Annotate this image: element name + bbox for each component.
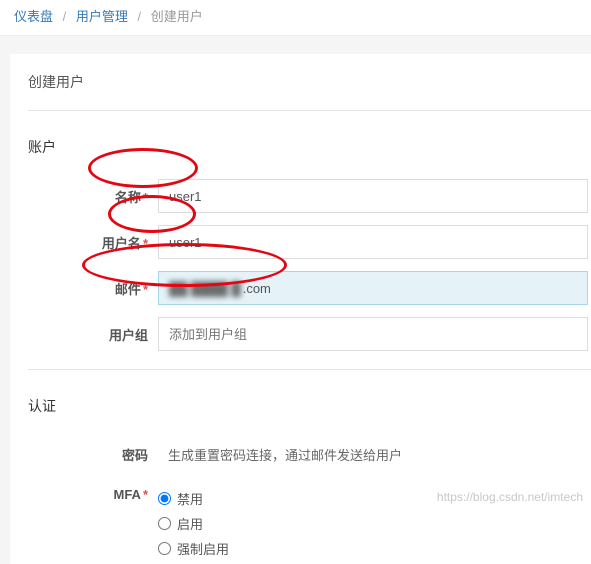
email-control[interactable]: ██ ████ █ .com <box>158 271 588 305</box>
email-redacted: ██ ████ █ <box>169 281 241 296</box>
label-group: 用户组 <box>28 325 158 344</box>
divider <box>28 110 591 111</box>
row-username: 用户名* <box>28 225 591 259</box>
row-group: 用户组 <box>28 317 591 351</box>
label-email: 邮件* <box>28 279 158 298</box>
section-account-title: 账户 <box>28 121 591 167</box>
row-mfa: MFA* 禁用 启用 强制启用 <box>28 483 591 564</box>
breadcrumb-user-mgmt[interactable]: 用户管理 <box>76 9 128 24</box>
mfa-option-enable[interactable]: 启用 <box>158 514 588 533</box>
divider <box>28 369 591 370</box>
label-name: 名称* <box>28 187 158 206</box>
input-name[interactable] <box>158 179 588 213</box>
breadcrumb-current: 创建用户 <box>151 9 203 24</box>
row-email: 邮件* ██ ████ █ .com <box>28 271 591 305</box>
mfa-option-force[interactable]: 强制启用 <box>158 539 588 558</box>
mfa-option-label: 启用 <box>177 514 203 533</box>
label-username: 用户名* <box>28 233 158 252</box>
label-password: 密码 <box>28 445 158 464</box>
required-star: * <box>143 236 148 251</box>
input-username[interactable] <box>158 225 588 259</box>
mfa-option-label: 强制启用 <box>177 539 229 558</box>
input-group[interactable] <box>158 317 588 351</box>
breadcrumb-sep: / <box>63 9 67 24</box>
radio-mfa-force[interactable] <box>158 542 171 555</box>
password-desc: 生成重置密码连接，通过邮件发送给用户 <box>158 438 588 471</box>
breadcrumb-dashboard[interactable]: 仪表盘 <box>14 9 53 24</box>
email-suffix: .com <box>243 281 271 296</box>
section-auth-title: 认证 <box>28 380 591 426</box>
required-star: * <box>143 487 148 502</box>
page-title: 创建用户 <box>28 72 591 92</box>
required-star: * <box>143 282 148 297</box>
mfa-option-disable[interactable]: 禁用 <box>158 489 588 508</box>
row-name: 名称* <box>28 179 591 213</box>
breadcrumb: 仪表盘 / 用户管理 / 创建用户 <box>0 0 591 36</box>
required-star: * <box>143 190 148 205</box>
page-container: 创建用户 账户 名称* 用户名* 邮件* ██ ████ █ .com 用户组 <box>10 54 591 564</box>
mfa-option-label: 禁用 <box>177 489 203 508</box>
mfa-radio-group: 禁用 启用 强制启用 <box>158 483 588 564</box>
radio-mfa-disable[interactable] <box>158 492 171 505</box>
label-mfa: MFA* <box>28 483 158 502</box>
radio-mfa-enable[interactable] <box>158 517 171 530</box>
breadcrumb-sep: / <box>138 9 142 24</box>
row-password: 密码 生成重置密码连接，通过邮件发送给用户 <box>28 438 591 471</box>
